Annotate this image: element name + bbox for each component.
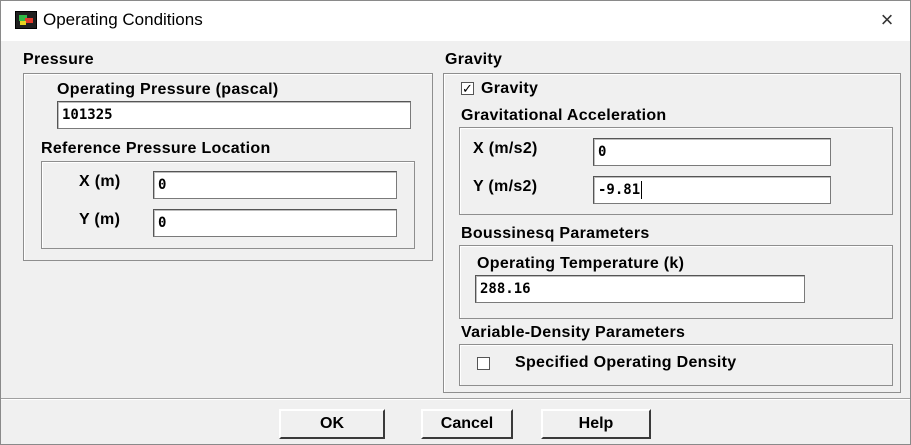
gravity-y-input[interactable]: -9.81 (593, 176, 831, 204)
specified-density-label[interactable]: Specified Operating Density (515, 354, 736, 372)
operating-conditions-dialog: Operating Conditions × Pressure Operatin… (0, 0, 911, 445)
text-caret (641, 181, 643, 199)
gravity-checkbox[interactable]: ✓ (461, 82, 474, 95)
help-button[interactable]: Help (541, 409, 651, 439)
ok-button[interactable]: OK (279, 409, 385, 439)
close-icon[interactable]: × (869, 4, 905, 36)
operating-pressure-label: Operating Pressure (pascal) (57, 81, 279, 98)
gravity-x-input[interactable]: 0 (593, 138, 831, 166)
ref-y-label: Y (m) (79, 211, 121, 228)
ref-y-input[interactable]: 0 (153, 209, 397, 237)
reference-location-label: Reference Pressure Location (41, 140, 271, 157)
ref-x-input[interactable]: 0 (153, 171, 397, 199)
check-icon: ✓ (462, 81, 473, 96)
boussinesq-heading: Boussinesq Parameters (461, 225, 650, 242)
ref-x-label: X (m) (79, 173, 121, 190)
gravity-y-label: Y (m/s2) (473, 178, 538, 195)
title-bar[interactable]: Operating Conditions × (1, 1, 910, 41)
specified-density-checkbox[interactable] (477, 357, 490, 370)
gravitational-acceleration-label: Gravitational Acceleration (461, 107, 667, 124)
gravity-x-label: X (m/s2) (473, 140, 538, 157)
window-title: Operating Conditions (43, 10, 203, 29)
operating-pressure-input[interactable]: 101325 (57, 101, 411, 129)
cancel-button[interactable]: Cancel (421, 409, 513, 439)
operating-temperature-input[interactable]: 288.16 (475, 275, 805, 303)
app-icon (15, 11, 37, 29)
variable-density-heading: Variable-Density Parameters (461, 324, 686, 341)
gravity-checkbox-label[interactable]: Gravity (481, 80, 538, 98)
gravity-y-value: -9.81 (598, 182, 641, 198)
gravity-heading: Gravity (445, 51, 503, 68)
button-separator-highlight (1, 399, 910, 400)
pressure-heading: Pressure (23, 51, 94, 68)
operating-temperature-label: Operating Temperature (k) (477, 255, 685, 272)
